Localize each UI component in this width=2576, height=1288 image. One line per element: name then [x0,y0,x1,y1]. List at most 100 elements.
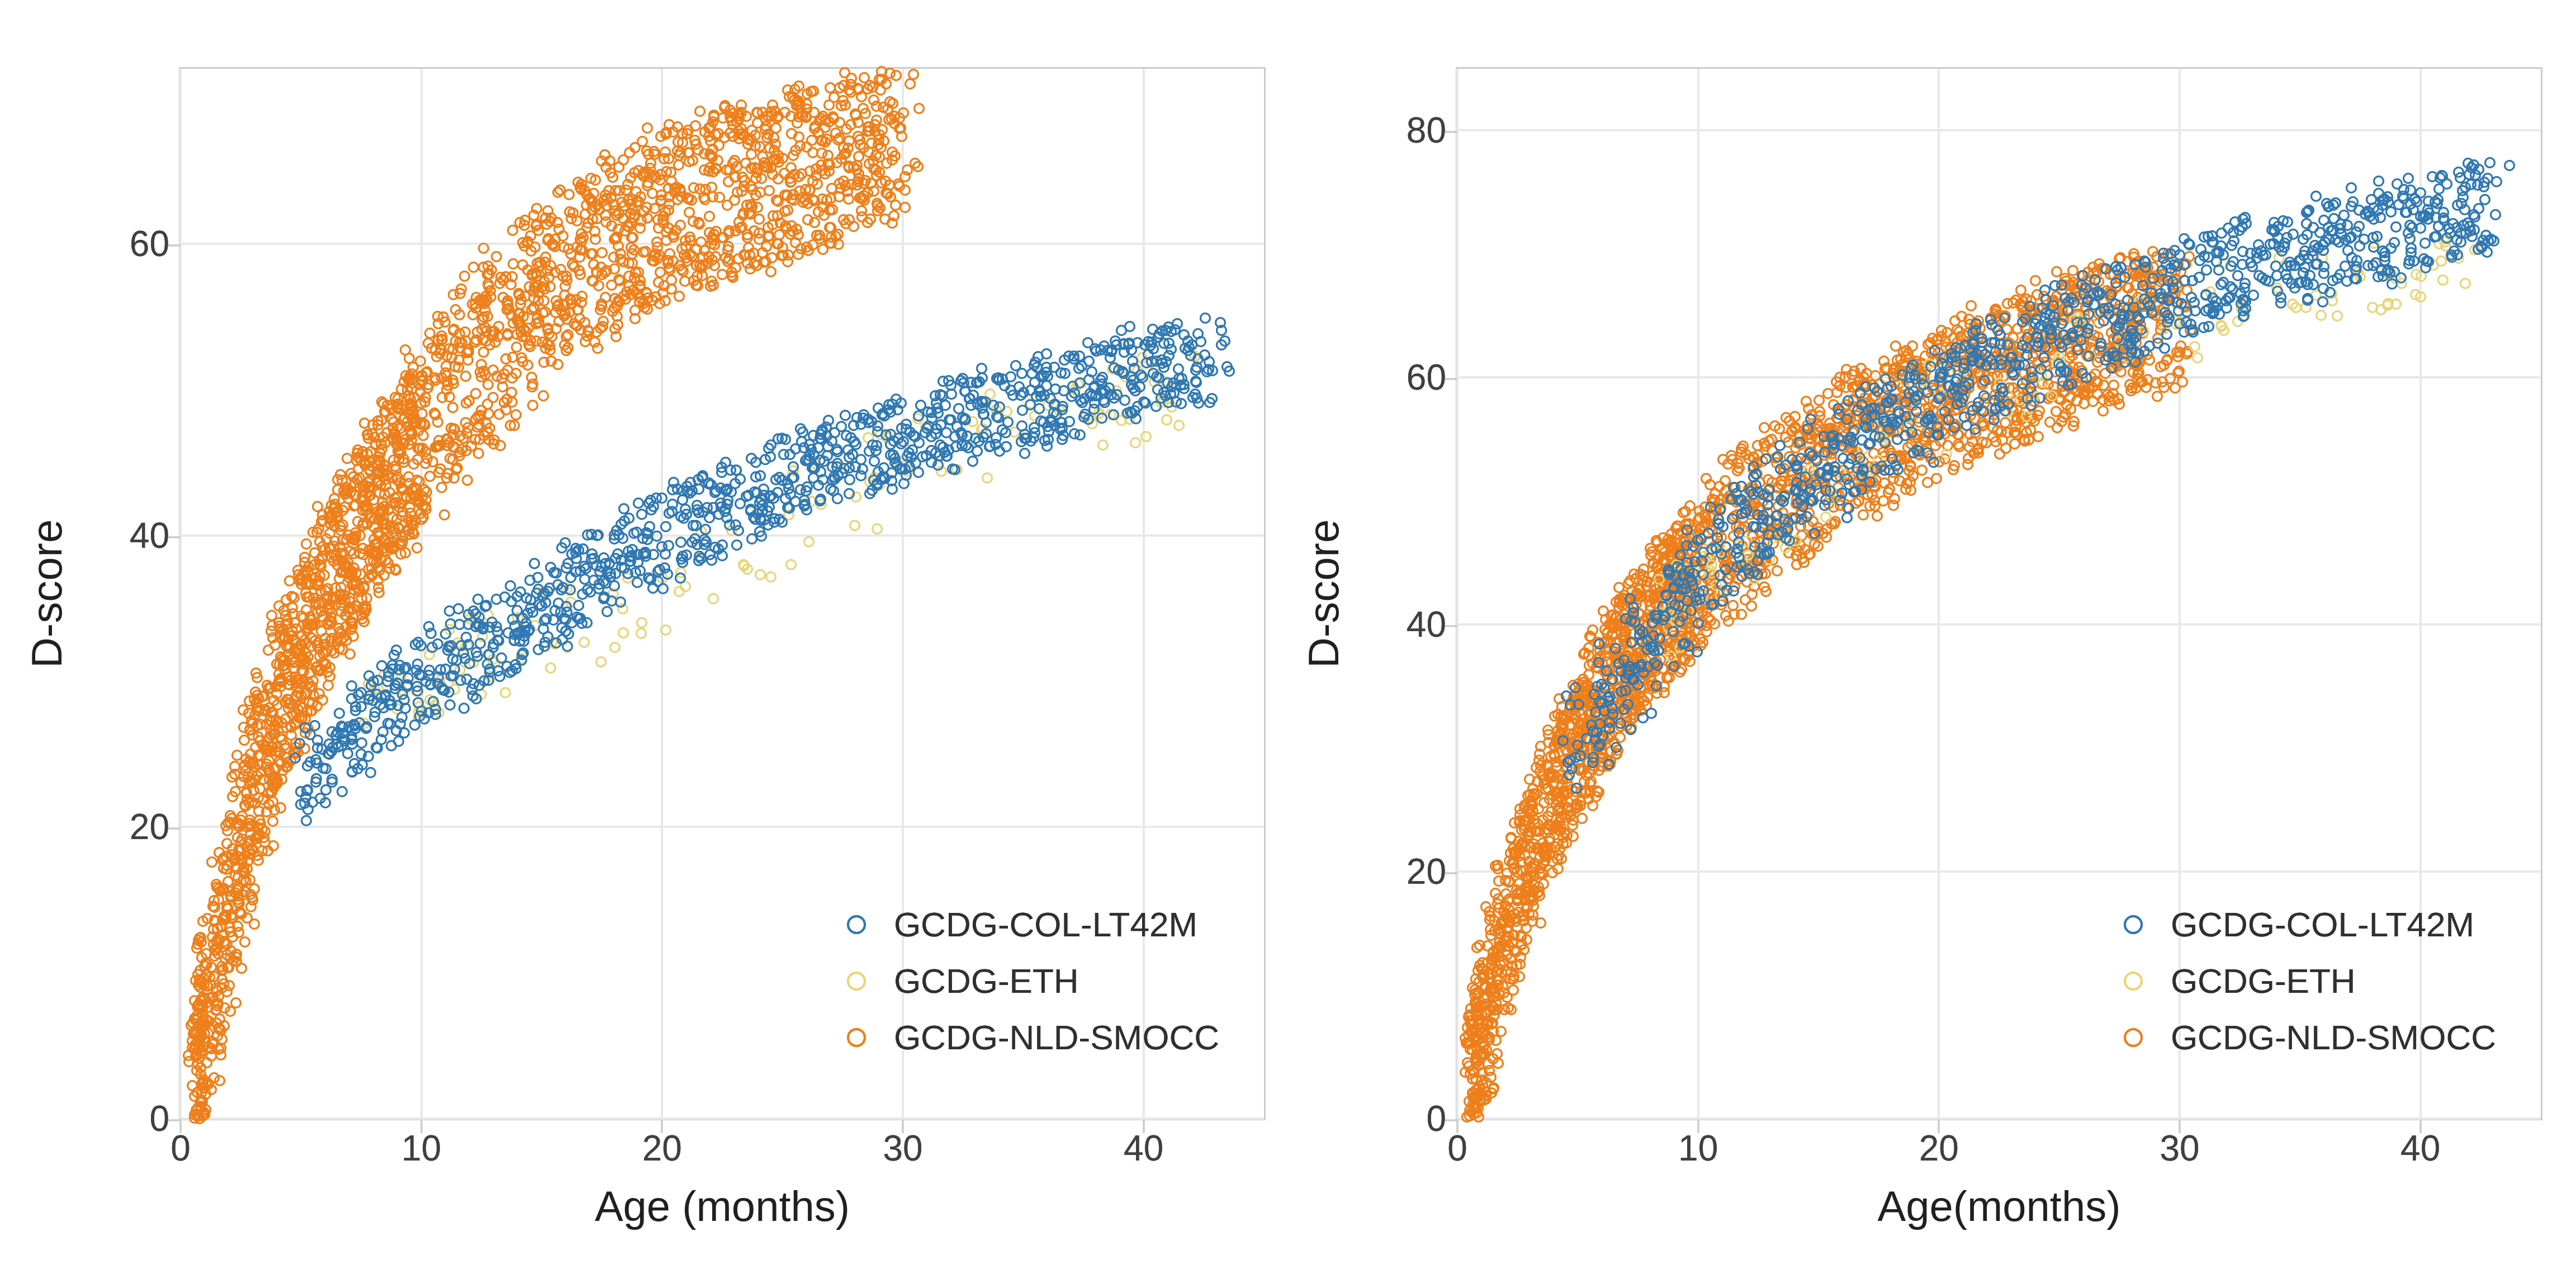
scatter-point [1752,569,1763,580]
scatter-point [380,406,391,418]
scatter-point [2043,343,2054,354]
scatter-point [1607,630,1618,641]
scatter-point [247,797,258,808]
scatter-point [444,699,456,711]
scatter-point [1820,426,1831,437]
scatter-point [1857,471,1868,482]
scatter-point [205,979,216,991]
scatter-point [1471,998,1482,1010]
scatter-point [2003,399,2014,410]
scatter-point [382,676,393,687]
scatter-point [1551,756,1562,768]
scatter-point [638,247,649,258]
scatter-point [1952,390,1963,401]
scatter-point [1955,394,1966,405]
scatter-point [1869,409,1881,420]
scatter-point [353,586,364,597]
scatter-point [957,412,968,423]
scatter-point [573,600,584,611]
scatter-point [451,464,462,475]
scatter-point [949,464,960,475]
scatter-point [545,260,556,271]
scatter-point [2187,275,2198,286]
scatter-point [1703,553,1714,564]
legend: GCDG-COL-LT42MGCDG-ETHGCDG-NLD-SMOCC [2113,877,2507,1085]
scatter-point [639,167,650,178]
scatter-point [394,523,405,534]
scatter-point [1549,751,1560,762]
scatter-point [376,506,387,517]
scatter-point [1973,447,1984,458]
scatter-point [1883,423,1895,434]
scatter-point [345,624,357,635]
scatter-point [887,484,898,495]
scatter-point [645,163,656,174]
scatter-point [1958,374,1969,385]
scatter-point [561,562,572,574]
scatter-point [408,490,419,501]
scatter-point [2130,337,2142,348]
scatter-point [2464,169,2475,180]
scatter-point [2007,297,2019,309]
scatter-point [1754,526,1765,537]
scatter-point [1849,448,1860,459]
scatter-point [1612,688,1623,699]
scatter-point [2048,389,2059,400]
scatter-point [1705,553,1716,564]
scatter-point [612,319,623,330]
scatter-point [672,194,683,205]
scatter-point [1494,974,1505,986]
scatter-point [244,724,255,736]
scatter-point [744,249,755,261]
scatter-point [2235,288,2246,299]
scatter-point [311,757,323,769]
scatter-point [2488,235,2499,247]
scatter-point [433,707,444,718]
scatter-point [1124,414,1135,425]
scatter-point [1789,460,1801,471]
scatter-point [443,343,454,354]
scatter-point [1978,419,1990,430]
scatter-point [1763,515,1774,527]
scatter-point [1552,854,1563,865]
scatter-point [828,113,839,124]
scatter-point [314,570,325,581]
scatter-point [1055,367,1067,378]
scatter-point [2031,314,2042,325]
scatter-point [1055,367,1067,378]
scatter-point [686,537,698,548]
scatter-point [561,601,572,612]
scatter-point [2017,378,2028,389]
scatter-point [266,745,277,756]
scatter-point [1950,421,1962,432]
scatter-point [1703,553,1714,564]
scatter-point [1480,1029,1491,1040]
scatter-point [1082,337,1093,348]
scatter-point [1499,935,1510,946]
scatter-point [721,485,732,496]
scatter-point [1828,466,1839,477]
scatter-point [1627,674,1638,685]
scatter-point [1703,584,1715,595]
scatter-point [1497,916,1508,927]
scatter-point [1990,309,2001,320]
scatter-point [2067,362,2078,373]
scatter-point [2080,380,2091,391]
scatter-point [905,427,916,438]
scatter-point [362,501,373,512]
scatter-point [470,299,481,310]
scatter-point [214,1014,225,1025]
scatter-point [1568,831,1579,842]
scatter-point [2317,253,2328,264]
scatter-point [666,176,677,187]
scatter-point [1860,414,1872,425]
scatter-point [708,111,719,122]
scatter-point [1095,375,1106,386]
scatter-point [1606,675,1617,686]
scatter-point [2040,360,2052,371]
scatter-point [267,779,278,790]
scatter-point [577,543,589,555]
scatter-point [244,845,255,856]
scatter-point [2112,361,2123,372]
scatter-point [203,992,215,1003]
